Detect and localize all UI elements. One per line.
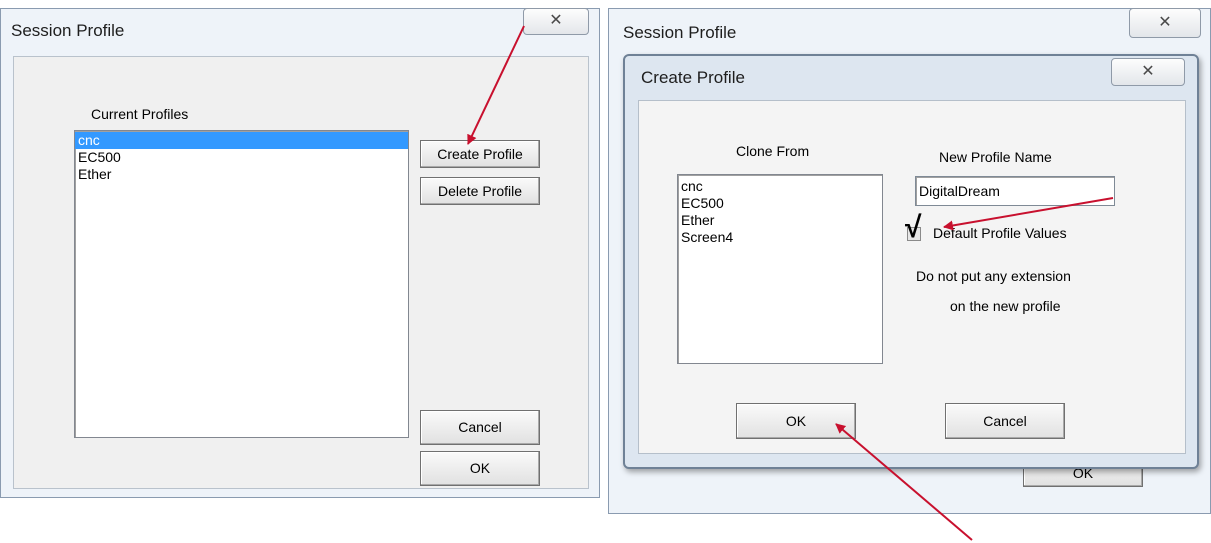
arrow-to-default-values-checkbox — [943, 197, 1114, 231]
annotation-arrows — [467, 25, 1114, 541]
arrow-to-create-profile — [467, 25, 525, 145]
arrow-to-ok-button — [835, 423, 973, 541]
